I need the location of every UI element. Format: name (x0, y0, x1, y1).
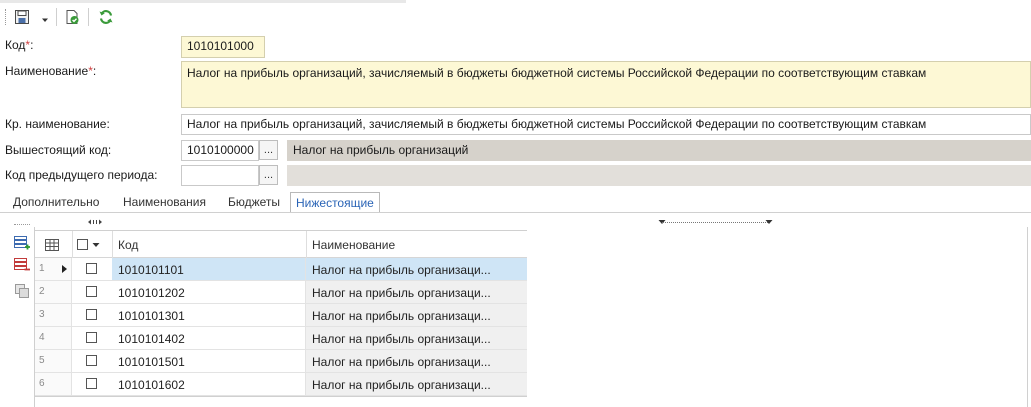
name-label-text: Наименование (5, 64, 89, 78)
dropdown-arrow-icon (42, 18, 48, 22)
toolbar (0, 0, 1031, 33)
row-number: 4 (35, 327, 72, 349)
row-checkbox-cell[interactable] (72, 258, 112, 280)
splitter-arrows-icon (88, 219, 102, 225)
table-grid-icon (45, 238, 59, 251)
code-label: Код*: (5, 38, 33, 52)
splitter-handle[interactable] (88, 219, 102, 225)
add-row-icon (14, 236, 30, 250)
header-separator (306, 231, 307, 258)
tab-subordinates[interactable]: Нижестоящие (290, 192, 380, 213)
row-checkbox[interactable] (86, 332, 97, 343)
table-row[interactable]: 3 1010101301 Налог на прибыль организаци… (35, 304, 527, 327)
delete-row-button[interactable] (13, 256, 31, 274)
prev-code-name-field (287, 165, 1031, 186)
table-row[interactable]: 6 1010101602 Налог на прибыль организаци… (35, 373, 527, 396)
tab-names[interactable]: Наименования (118, 192, 211, 213)
chevron-down-icon (765, 220, 773, 224)
row-checkbox-cell[interactable] (72, 281, 112, 303)
short-name-field[interactable]: Налог на прибыль организаций, зачисляемы… (181, 114, 1031, 135)
row-checkbox[interactable] (86, 378, 97, 389)
name-field[interactable]: Налог на прибыль организаций, зачисляемы… (181, 61, 1031, 108)
row-checkbox[interactable] (86, 355, 97, 366)
row-code[interactable]: 1010101301 (112, 304, 306, 326)
grid-side-toolbar (11, 220, 33, 407)
row-code[interactable]: 1010101402 (112, 327, 306, 349)
prev-code-lookup-button[interactable]: ... (259, 165, 278, 185)
row-number: 3 (35, 304, 72, 326)
refresh-icon (99, 10, 113, 24)
check-button[interactable] (62, 7, 82, 27)
delete-row-icon (14, 258, 30, 271)
row-code[interactable]: 1010101101 (112, 258, 306, 280)
prev-code-label: Код предыдущего периода: (5, 168, 158, 182)
column-header-name[interactable]: Наименование (312, 231, 522, 258)
row-code[interactable]: 1010101202 (112, 281, 306, 303)
row-checkbox-cell[interactable] (72, 304, 112, 326)
toolbar-top-border (0, 0, 406, 3)
save-dropdown-button[interactable] (41, 13, 49, 22)
column-chooser-button[interactable] (45, 231, 65, 258)
table-row[interactable]: 1 1010101101 Налог на прибыль организаци… (35, 258, 527, 281)
parent-code-name-field: Налог на прибыль организаций (287, 140, 1031, 161)
save-button[interactable] (12, 7, 32, 27)
prev-code-field[interactable] (181, 165, 259, 186)
parent-code-lookup-button[interactable]: ... (259, 140, 278, 160)
name-label: Наименование*: (5, 64, 96, 78)
header-separator (72, 231, 73, 258)
row-checkbox-cell[interactable] (72, 350, 112, 372)
row-name[interactable]: Налог на прибыль организаци... (306, 350, 527, 372)
chevron-down-icon (92, 242, 100, 247)
subordinates-grid: Код Наименование 1 1010101101 Налог на п… (35, 230, 527, 397)
parent-code-field[interactable]: 1010100000 (181, 140, 259, 161)
splitter-guide (662, 222, 770, 223)
copy-row-button[interactable] (13, 282, 31, 300)
row-checkbox[interactable] (86, 286, 97, 297)
row-name[interactable]: Налог на прибыль организаци... (306, 327, 527, 349)
refresh-button[interactable] (96, 7, 116, 27)
toolbar-grip[interactable] (5, 9, 7, 25)
grid-header: Код Наименование (35, 231, 527, 258)
code-field[interactable]: 1010101000 (181, 36, 265, 58)
column-splitter-right[interactable] (765, 219, 773, 225)
header-separator (112, 231, 113, 258)
row-number: 5 (35, 350, 72, 372)
row-checkbox[interactable] (86, 263, 97, 274)
parent-code-label: Вышестоящий код: (5, 143, 112, 157)
side-toolbar-grip[interactable] (14, 224, 30, 226)
label-colon: : (92, 64, 97, 78)
row-number: 6 (35, 373, 72, 395)
toolbar-separator (88, 8, 89, 26)
table-row[interactable]: 2 1010101202 Налог на прибыль организаци… (35, 281, 527, 304)
add-row-button[interactable] (13, 234, 31, 252)
toolbar-separator (56, 8, 57, 26)
row-name[interactable]: Налог на прибыль организаци... (306, 304, 527, 326)
short-name-label: Кр. наименование: (5, 117, 110, 131)
panel-right-border (1027, 227, 1028, 407)
column-header-code[interactable]: Код (118, 231, 298, 258)
table-row[interactable]: 5 1010101501 Налог на прибыль организаци… (35, 350, 527, 373)
tab-strip: Дополнительно Наименования Бюджеты Нижес… (0, 191, 1031, 213)
row-name[interactable]: Налог на прибыль организаци... (306, 373, 527, 395)
row-name[interactable]: Налог на прибыль организаци... (306, 258, 527, 280)
row-checkbox-cell[interactable] (72, 327, 112, 349)
tab-underline (0, 212, 1031, 213)
save-icon (15, 10, 29, 24)
row-number: 2 (35, 281, 72, 303)
code-label-text: Код (5, 38, 26, 52)
tab-additional[interactable]: Дополнительно (8, 192, 104, 213)
table-row[interactable]: 4 1010101402 Налог на прибыль организаци… (35, 327, 527, 350)
copy-rows-icon (15, 284, 29, 298)
row-code[interactable]: 1010101501 (112, 350, 306, 372)
row-code[interactable]: 1010101602 (112, 373, 306, 395)
current-row-indicator-icon (62, 265, 67, 273)
row-name[interactable]: Налог на прибыль организаци... (306, 281, 527, 303)
tab-budgets[interactable]: Бюджеты (223, 192, 285, 213)
row-checkbox[interactable] (86, 309, 97, 320)
label-colon: : (30, 38, 34, 52)
checkbox-icon (77, 239, 88, 250)
select-all-checkbox[interactable] (77, 231, 107, 258)
row-checkbox-cell[interactable] (72, 373, 112, 395)
check-document-icon (66, 10, 79, 24)
